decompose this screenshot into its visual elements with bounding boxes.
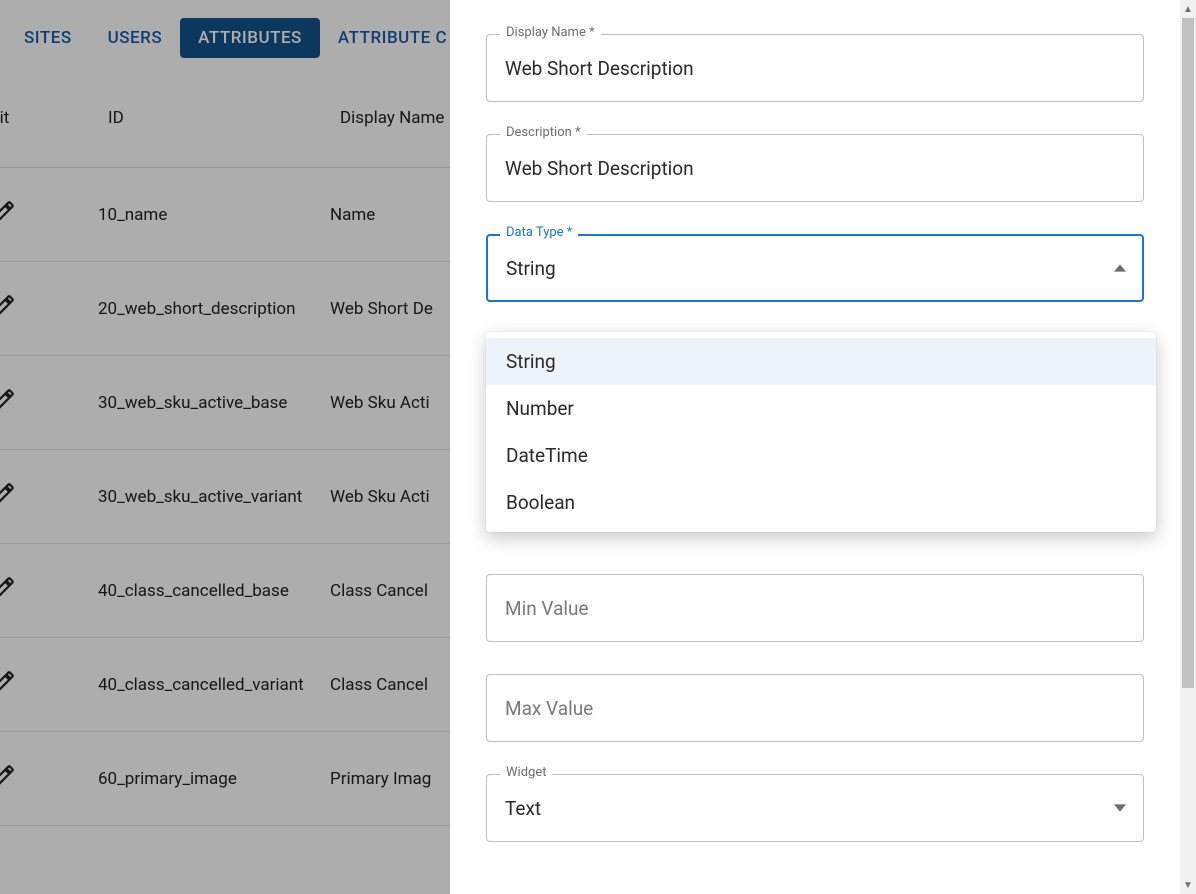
data-type-option-number[interactable]: Number [486,385,1156,432]
display-name-field[interactable]: Display Name * Web Short Description [486,34,1144,102]
widget-label: Widget [500,765,552,780]
widget-value: Text [505,797,541,820]
description-label: Description * [500,125,587,140]
chevron-up-icon [1114,262,1126,274]
min-value-placeholder: Min Value [505,597,589,620]
display-name-value[interactable]: Web Short Description [505,57,694,80]
widget-select[interactable]: Widget Text [486,774,1144,842]
vertical-scrollbar[interactable]: ▲ ▼ [1180,0,1196,894]
data-type-option-datetime[interactable]: DateTime [486,432,1156,479]
data-type-value: String [506,257,556,280]
description-value[interactable]: Web Short Description [505,157,694,180]
scrollbar-up-arrow-icon[interactable]: ▲ [1180,0,1196,18]
data-type-label: Data Type * [500,225,578,240]
chevron-down-icon [1114,802,1126,814]
data-type-dropdown: String Number DateTime Boolean [486,332,1156,532]
scrollbar-thumb[interactable] [1182,18,1194,688]
max-value-placeholder: Max Value [505,697,593,720]
max-value-field[interactable]: Max Value [486,674,1144,742]
description-field[interactable]: Description * Web Short Description [486,134,1144,202]
data-type-select[interactable]: Data Type * String [486,234,1144,302]
display-name-label: Display Name * [500,25,601,40]
data-type-option-string[interactable]: String [486,338,1156,385]
attribute-edit-dialog: Display Name * Web Short Description Des… [450,0,1180,894]
scrollbar-down-arrow-icon[interactable]: ▼ [1180,876,1196,894]
min-value-field[interactable]: Min Value [486,574,1144,642]
data-type-option-boolean[interactable]: Boolean [486,479,1156,526]
